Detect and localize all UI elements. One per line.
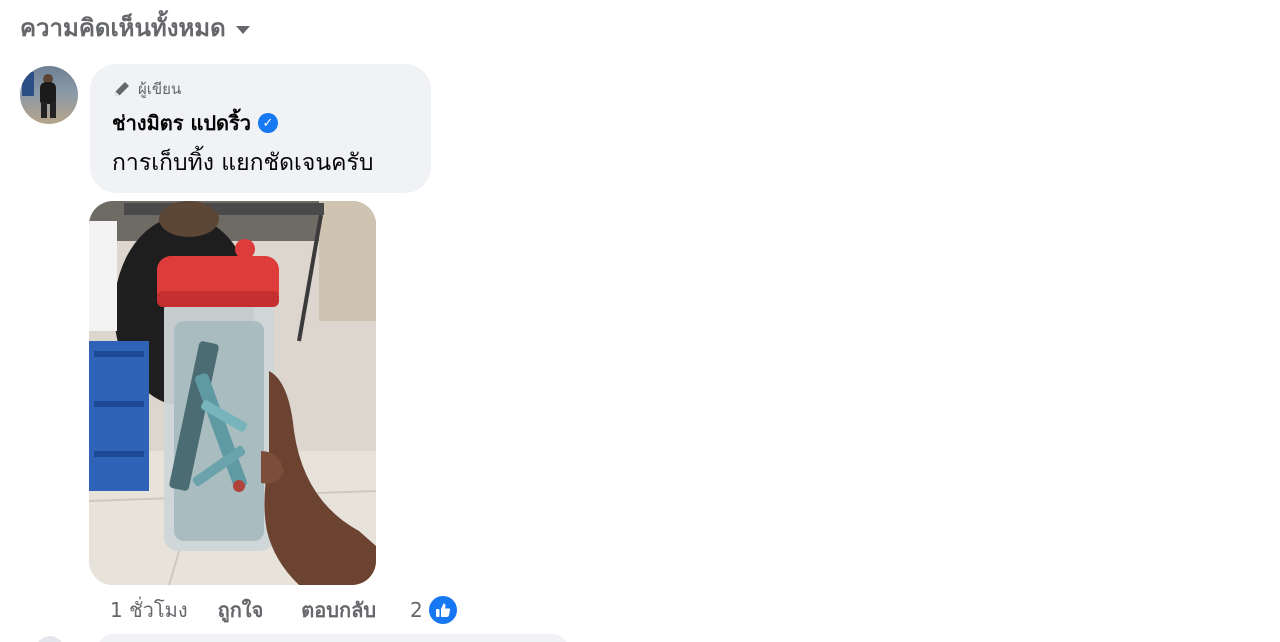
all-comments-filter[interactable]: ความคิดเห็นทั้งหมด bbox=[20, 8, 250, 47]
comments-section: ความคิดเห็นทั้งหมด ผู้เขียน ช่างมิตร แปด… bbox=[0, 0, 1280, 642]
avatar-torso bbox=[40, 82, 56, 104]
like-thumb-icon bbox=[426, 594, 459, 626]
comment-text: การเก็บทิ้ง แยกชัดเจนครับ bbox=[112, 150, 374, 176]
reaction-summary[interactable]: 2 bbox=[410, 594, 459, 626]
author-badge: ผู้เขียน bbox=[112, 77, 409, 101]
author-row: ช่างมิตร แปดริ้ว ✓ bbox=[112, 107, 409, 139]
comment-photo[interactable] bbox=[89, 201, 376, 585]
next-comment-avatar[interactable] bbox=[36, 636, 64, 642]
avatar-background-shelf bbox=[22, 72, 34, 96]
photo-image bbox=[89, 201, 376, 585]
avatar[interactable] bbox=[20, 66, 78, 124]
caret-down-icon bbox=[235, 25, 250, 34]
filter-label: ความคิดเห็นทั้งหมด bbox=[20, 14, 226, 42]
like-button[interactable]: ถูกใจ bbox=[218, 594, 264, 626]
next-comment-bubble bbox=[98, 634, 568, 642]
comment-timestamp[interactable]: 1 ชั่วโมง bbox=[110, 594, 188, 626]
author-name[interactable]: ช่างมิตร แปดริ้ว bbox=[112, 107, 251, 139]
pencil-icon bbox=[115, 82, 129, 96]
comment-actions: 1 ชั่วโมง ถูกใจ ตอบกลับ 2 bbox=[110, 594, 459, 626]
comment-bubble: ผู้เขียน ช่างมิตร แปดริ้ว ✓ การเก็บทิ้ง … bbox=[90, 64, 431, 193]
avatar-leg-right bbox=[50, 102, 56, 118]
reaction-count: 2 bbox=[410, 598, 423, 622]
reply-button[interactable]: ตอบกลับ bbox=[301, 594, 376, 626]
verified-badge-icon: ✓ bbox=[258, 113, 278, 133]
author-badge-label: ผู้เขียน bbox=[138, 80, 182, 98]
avatar-leg-left bbox=[41, 102, 47, 118]
